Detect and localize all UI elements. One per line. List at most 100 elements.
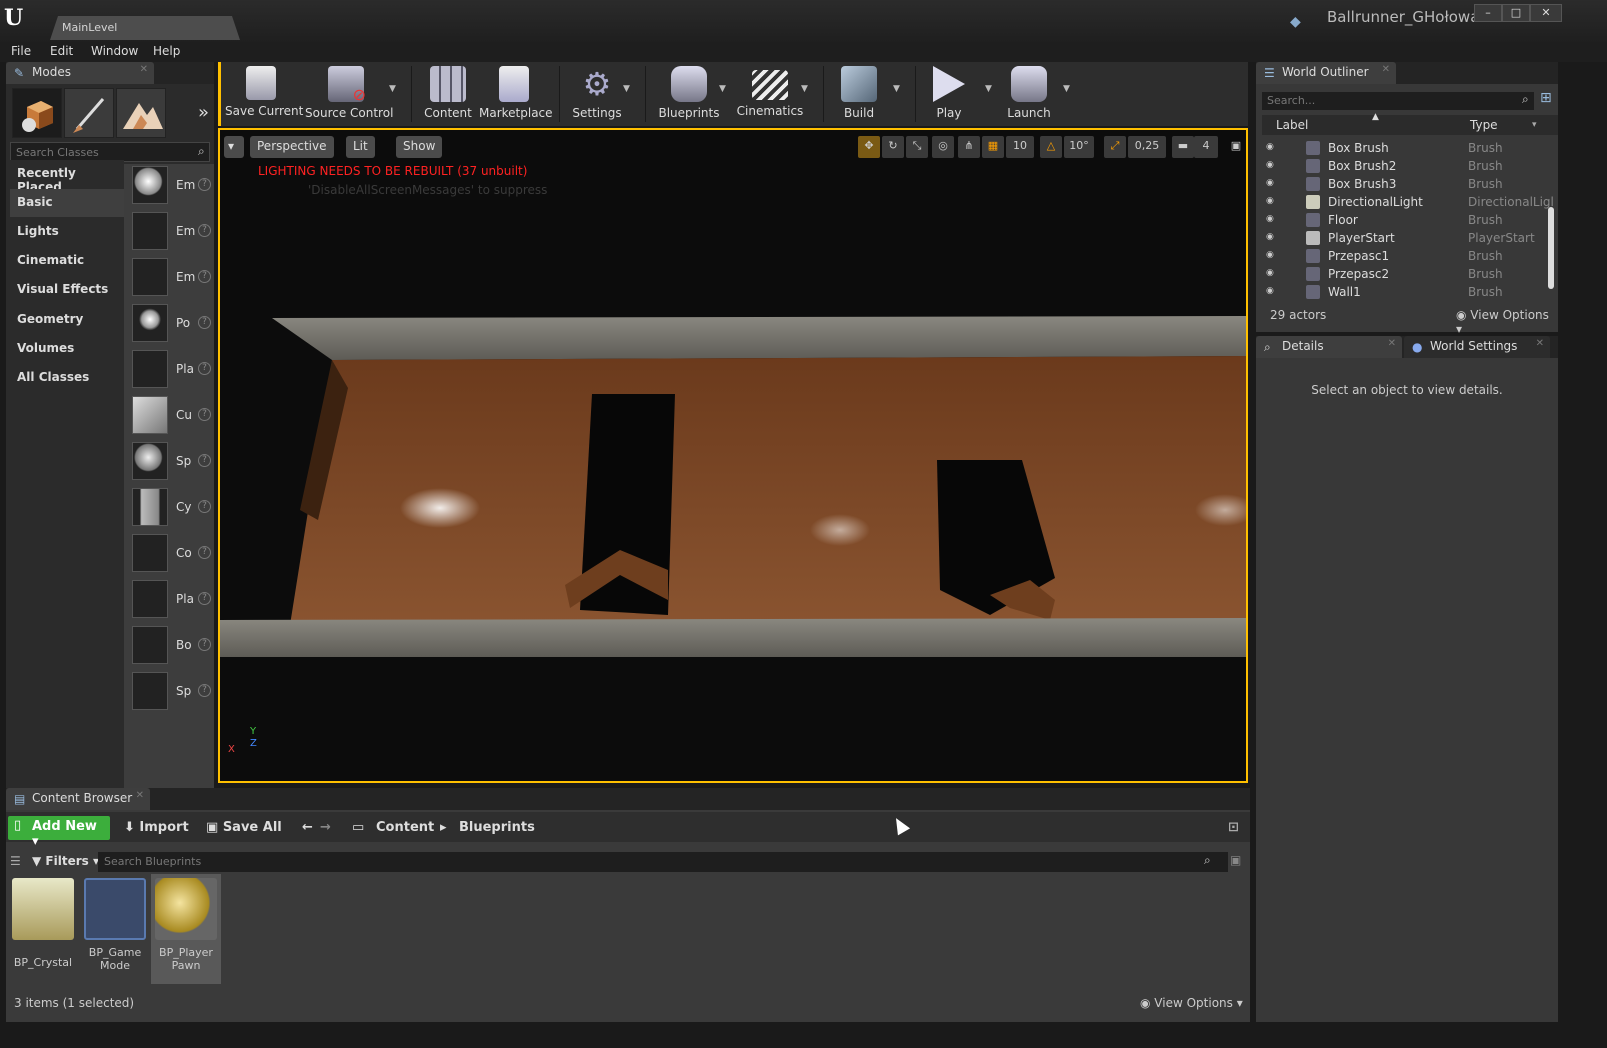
close-icon[interactable]: ✕ [136,790,144,801]
visibility-eye-icon[interactable]: ◉ [1266,178,1280,188]
outliner-row[interactable]: ◉ DirectionalLight DirectionalLigl [1262,194,1554,211]
outliner-row[interactable]: ◉ Floor Brush [1262,212,1547,229]
add-new-button[interactable]: ▯ Add New ▾ [8,816,110,849]
help-icon[interactable]: ? [198,362,211,375]
asset-tile[interactable]: BP_Game Mode [80,874,150,984]
help-icon[interactable]: ? [198,316,211,329]
translate-tool-icon[interactable]: ✥ [858,136,880,158]
help-icon[interactable]: ? [198,270,211,283]
help-icon[interactable]: ? [198,408,211,421]
asset-tile[interactable]: BP_Player Pawn [151,874,221,984]
outliner-row[interactable]: ◉ PlayerStart PlayerStart [1262,230,1547,247]
category-all-classes[interactable]: All Classes [10,364,124,392]
content-browser-tab[interactable]: ▤ Content Browser ✕ [6,788,150,810]
category-cinematic[interactable]: Cinematic [10,247,124,275]
category-volumes[interactable]: Volumes [10,335,124,363]
class-item[interactable]: Sp? [132,442,212,482]
outliner-scrollbar[interactable] [1548,207,1554,289]
search-blueprints-input[interactable]: Search Blueprints [98,852,1228,872]
play-button[interactable]: Play [923,66,975,120]
visibility-eye-icon[interactable]: ◉ [1266,142,1280,152]
place-mode-button[interactable] [12,88,62,138]
help-icon[interactable]: ? [198,592,211,605]
chevron-down-icon[interactable]: ▾ [1532,120,1537,130]
help-icon[interactable]: ? [198,500,211,513]
outliner-search-input[interactable]: Search... [1262,92,1534,110]
help-icon[interactable]: ? [198,546,211,559]
grid-snap-icon[interactable]: ▦ [982,136,1004,158]
source-control-button[interactable]: ⊘ Source Control [305,66,393,120]
class-item[interactable]: Cu? [132,396,212,436]
class-item[interactable]: Pla? [132,350,212,390]
play-dropdown-icon[interactable]: ▼ [985,84,992,94]
outliner-row[interactable]: ◉ Box Brush2 Brush [1262,158,1547,175]
class-item[interactable]: Bo? [132,626,212,666]
lit-button[interactable]: Lit [346,136,375,158]
level-viewport[interactable]: ▾ Perspective Lit Show LIGHTING NEEDS TO… [218,128,1248,783]
rotation-snap-icon[interactable]: △ [1040,136,1062,158]
category-basic[interactable]: Basic [10,189,124,217]
perspective-button[interactable]: Perspective [250,136,334,158]
class-item[interactable]: Po? [132,304,212,344]
visibility-eye-icon[interactable]: ◉ [1266,286,1280,296]
help-icon[interactable]: ? [198,178,211,191]
category-lights[interactable]: Lights [10,218,124,246]
add-folder-icon[interactable]: ⊞ [1540,90,1552,106]
content-button[interactable]: Content [419,66,477,120]
visibility-eye-icon[interactable]: ◉ [1266,250,1280,260]
visibility-eye-icon[interactable]: ◉ [1266,160,1280,170]
rotation-snap-value[interactable]: 10° [1064,136,1094,158]
scene-render[interactable] [220,130,1246,781]
menu-file[interactable]: File [11,44,31,58]
content-browser-view-options-button[interactable]: ◉ View Options ▾ [1140,996,1243,1010]
outliner-row[interactable]: ◉ Wall1 Brush [1262,284,1547,301]
world-settings-tab[interactable]: ● World Settings ✕ [1404,336,1550,358]
asset-tile[interactable]: BP_Crystal [8,874,78,984]
class-item[interactable]: Co? [132,534,212,574]
rotate-tool-icon[interactable]: ↻ [882,136,904,158]
sources-toggle-icon[interactable]: ☰ [10,854,21,868]
outliner-row[interactable]: ◉ Przepasc1 Brush [1262,248,1547,265]
cinematics-button[interactable]: Cinematics [735,66,805,118]
class-item[interactable]: Sp? [132,672,212,712]
marketplace-button[interactable]: Marketplace [479,66,553,120]
class-item[interactable]: Cy? [132,488,212,528]
surface-snap-icon[interactable]: ⋔ [958,136,980,158]
path-content[interactable]: Content [376,820,434,835]
cinematics-dropdown-icon[interactable]: ▼ [801,84,808,94]
show-button[interactable]: Show [396,136,443,158]
help-icon[interactable]: ? [198,454,211,467]
world-space-icon[interactable]: ◎ [932,136,954,158]
close-icon[interactable]: ✕ [1388,338,1396,349]
settings-button[interactable]: ⚙ Settings [567,66,627,120]
visibility-eye-icon[interactable]: ◉ [1266,232,1280,242]
chevron-right-icon[interactable]: » [198,102,209,123]
menu-help[interactable]: Help [153,44,180,58]
paint-mode-button[interactable] [64,88,114,138]
visibility-eye-icon[interactable]: ◉ [1266,268,1280,278]
help-icon[interactable]: ? [198,224,211,237]
category-recently-placed[interactable]: Recently Placed [10,160,124,194]
help-icon[interactable]: ? [198,684,211,697]
visibility-eye-icon[interactable]: ◉ [1266,196,1280,206]
build-button[interactable]: Build [831,66,887,120]
landscape-mode-button[interactable] [116,88,166,138]
outliner-row[interactable]: ◉ Box Brush Brush [1262,140,1547,157]
back-arrow-icon[interactable]: ← [302,820,313,835]
class-item[interactable]: Em? [132,212,212,252]
camera-speed-value[interactable]: 4 [1194,136,1218,158]
maximize-button[interactable]: □ [1502,4,1530,22]
launch-button[interactable]: Launch [1001,66,1057,120]
camera-speed-icon[interactable]: ▬ [1172,136,1194,158]
menu-edit[interactable]: Edit [50,44,73,58]
close-window-button[interactable]: ✕ [1530,4,1562,22]
settings-dropdown-icon[interactable]: ▼ [623,84,630,94]
viewport-options-button[interactable]: ▾ [224,136,244,158]
outliner-view-options-button[interactable]: ◉ View Options ▾ [1456,308,1558,336]
blueprints-button[interactable]: Blueprints [653,66,725,120]
lock-icon[interactable]: ⊡ [1228,820,1239,835]
close-icon[interactable]: ✕ [1536,338,1544,349]
blueprints-dropdown-icon[interactable]: ▼ [719,84,726,94]
path-blueprints[interactable]: Blueprints [459,820,535,835]
import-button[interactable]: ⬇ Import [124,820,189,835]
